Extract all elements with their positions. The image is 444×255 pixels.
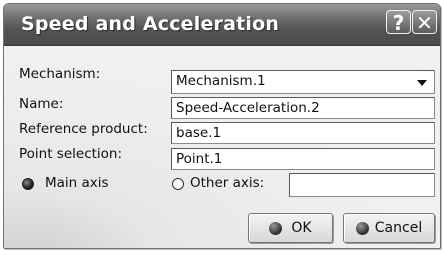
- cancel-label: Cancel: [374, 220, 423, 236]
- name-label: Name:: [19, 96, 64, 112]
- point-selection-value: Point.1: [176, 151, 223, 167]
- ok-label: OK: [291, 220, 312, 236]
- name-field[interactable]: Speed-Acceleration.2: [171, 97, 435, 119]
- dialog-body: Mechanism: Mechanism.1 Name: Speed-Accel…: [4, 46, 440, 248]
- chevron-down-icon[interactable]: [412, 73, 432, 93]
- help-icon: ?: [392, 11, 405, 35]
- main-axis-label: Main axis: [45, 175, 109, 191]
- mechanism-combo[interactable]: Mechanism.1: [171, 70, 435, 94]
- cancel-button[interactable]: Cancel: [343, 213, 435, 243]
- reference-product-field[interactable]: base.1: [171, 122, 435, 144]
- other-axis-field[interactable]: [289, 173, 435, 197]
- point-selection-field[interactable]: Point.1: [171, 148, 435, 170]
- speed-acceleration-dialog: Speed and Acceleration ? ✕ Mechanism: Me…: [3, 3, 441, 249]
- dialog-title: Speed and Acceleration: [21, 13, 280, 35]
- reference-product-value: base.1: [176, 125, 222, 141]
- close-icon: ✕: [416, 11, 433, 35]
- mechanism-label: Mechanism:: [19, 66, 101, 82]
- mechanism-value: Mechanism.1: [176, 73, 266, 89]
- reference-product-label: Reference product:: [19, 121, 148, 137]
- title-bar[interactable]: Speed and Acceleration ? ✕: [4, 4, 440, 46]
- point-selection-label: Point selection:: [19, 146, 123, 162]
- main-axis-radio[interactable]: Main axis: [22, 173, 147, 195]
- ok-icon: [269, 221, 283, 235]
- radio-unselected-icon: [172, 178, 184, 190]
- help-button[interactable]: ?: [386, 10, 411, 35]
- close-button[interactable]: ✕: [412, 10, 437, 35]
- ok-button[interactable]: OK: [248, 213, 333, 243]
- cancel-icon: [355, 221, 369, 235]
- radio-selected-icon: [22, 178, 34, 190]
- name-value: Speed-Acceleration.2: [176, 100, 320, 116]
- other-axis-label: Other axis:: [190, 175, 265, 191]
- other-axis-radio[interactable]: Other axis:: [172, 173, 272, 195]
